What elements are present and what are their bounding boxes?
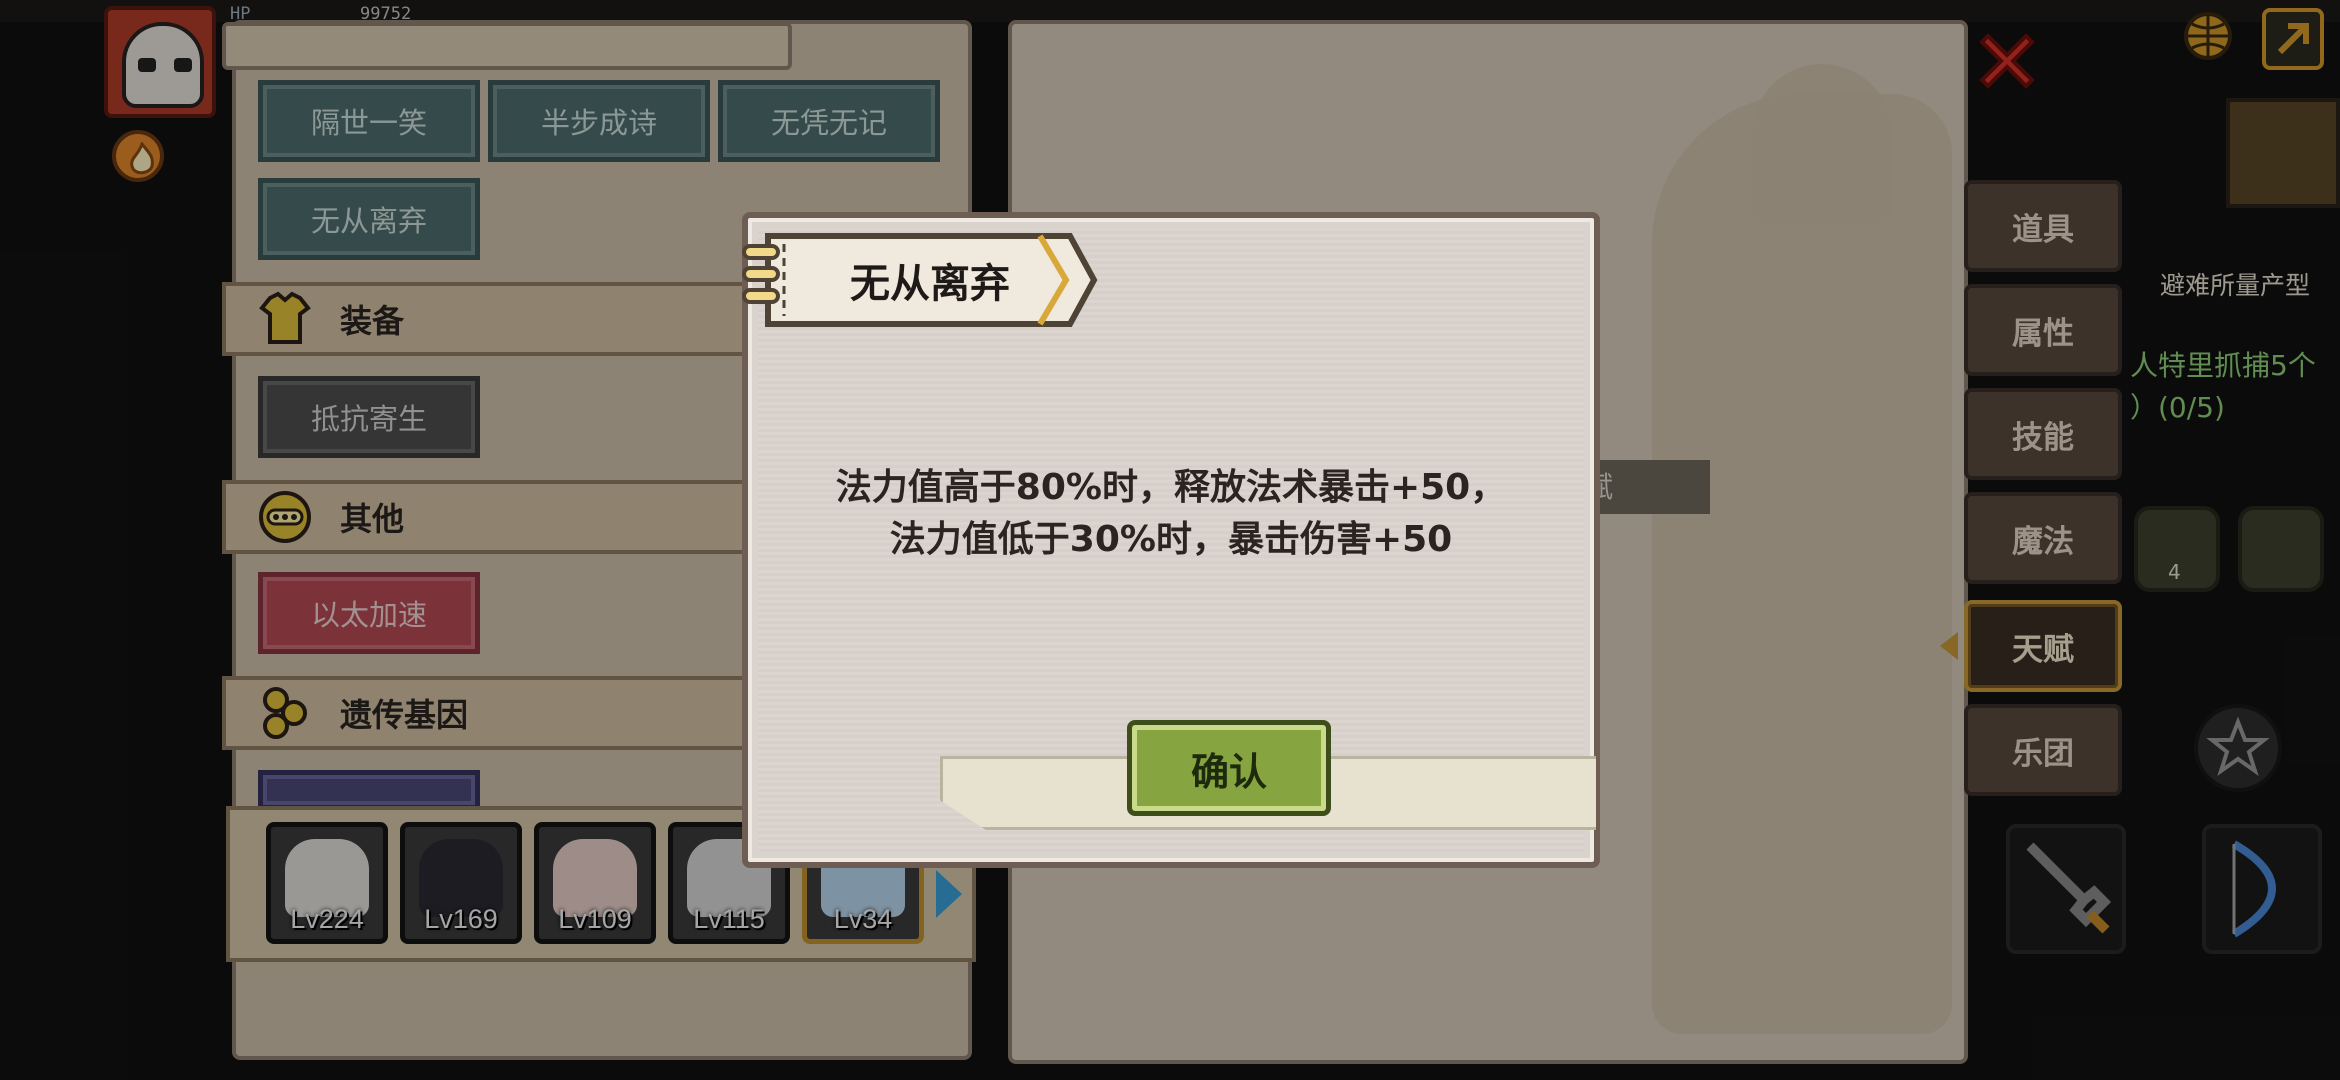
dialog-title: 无从离弃	[850, 261, 1010, 307]
description-line-1: 法力值高于80%时，释放法术暴击+50，	[835, 467, 1507, 508]
confirm-button[interactable]: 确认	[1127, 720, 1331, 816]
description-line-2: 法力值低于30%时，暴击伤害+50	[889, 519, 1453, 560]
dialog-description: 法力值高于80%时，释放法术暴击+50， 法力值低于30%时，暴击伤害+50	[752, 462, 1590, 566]
